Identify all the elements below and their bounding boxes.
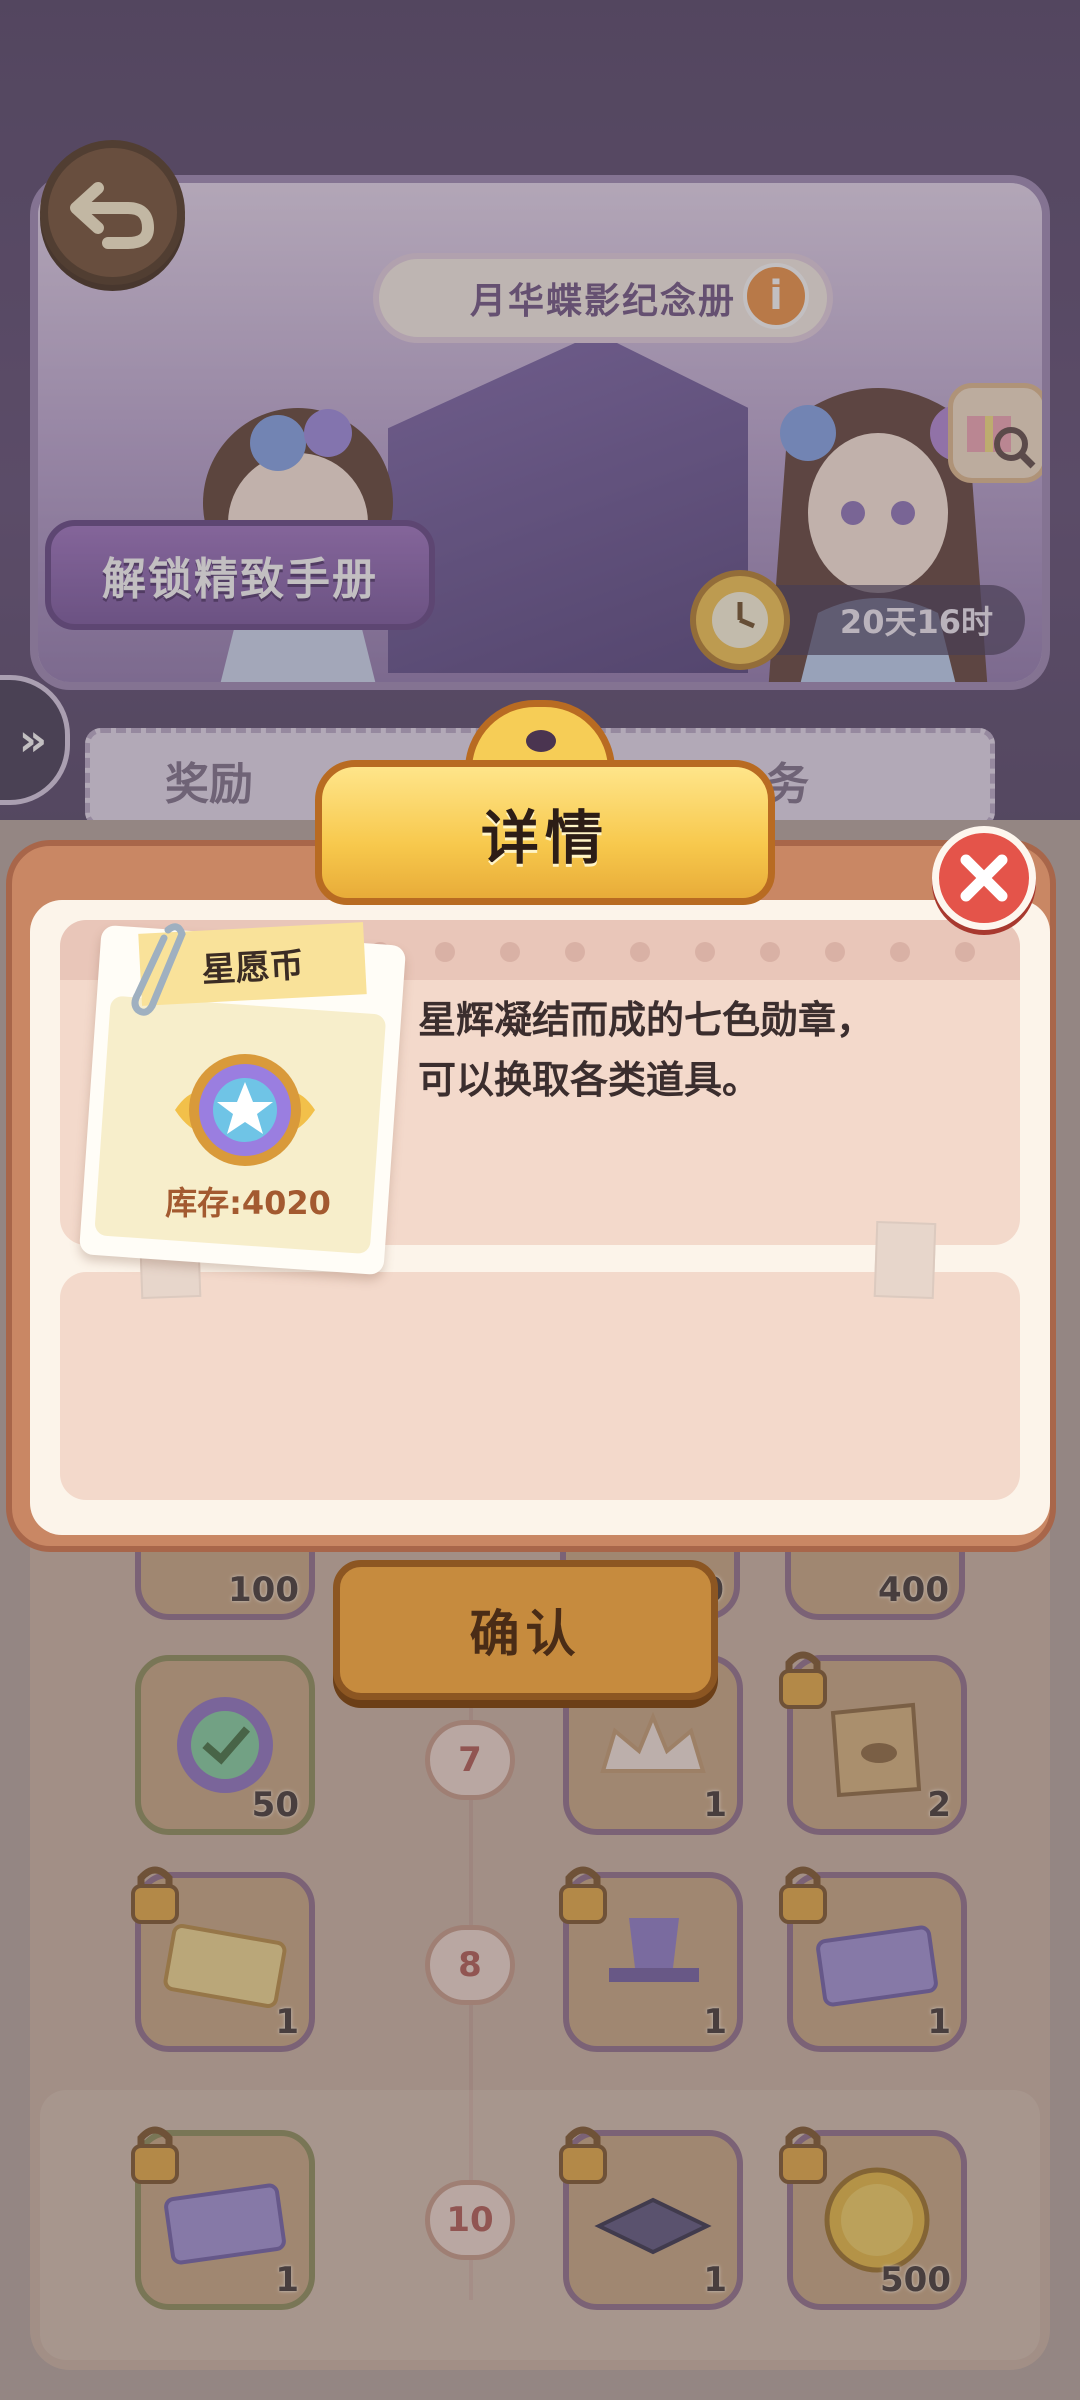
item-description-line: 星辉凝结而成的七色勋章，: [418, 998, 875, 1042]
notebook-hole: [890, 942, 910, 962]
hanger-hole: [526, 730, 556, 752]
notebook-hole: [760, 942, 780, 962]
paperclip-icon: [131, 923, 186, 1016]
notebook-hole: [630, 942, 650, 962]
notebook-hole: [500, 942, 520, 962]
game-screen: 月华蝶影纪念册 i 解锁精致手册 20天16时 » 奖励 务 100 400 5…: [0, 0, 1080, 2400]
stock-count: 库存:4020: [165, 1184, 331, 1222]
close-icon: [960, 854, 1008, 902]
star-wish-coin-icon: [175, 1054, 315, 1166]
item-name: 星愿币: [200, 944, 305, 991]
confirm-button[interactable]: 确认: [333, 1560, 718, 1700]
notebook-hole: [565, 942, 585, 962]
item-description-line: 可以换取各类道具。: [418, 1058, 761, 1102]
tape-decoration: [873, 1220, 937, 1300]
extra-info-card: [60, 1272, 1020, 1500]
confirm-label: 确认: [469, 1605, 582, 1663]
notebook-hole: [435, 942, 455, 962]
notebook-hole: [955, 942, 975, 962]
notebook-hole: [825, 942, 845, 962]
notebook-hole: [695, 942, 715, 962]
close-button[interactable]: [932, 826, 1036, 930]
dialog-title-plate: 详情: [315, 760, 775, 905]
item-description: 星辉凝结而成的七色勋章， 可以换取各类道具。: [418, 990, 978, 1110]
dialog-title: 详情: [480, 803, 609, 872]
